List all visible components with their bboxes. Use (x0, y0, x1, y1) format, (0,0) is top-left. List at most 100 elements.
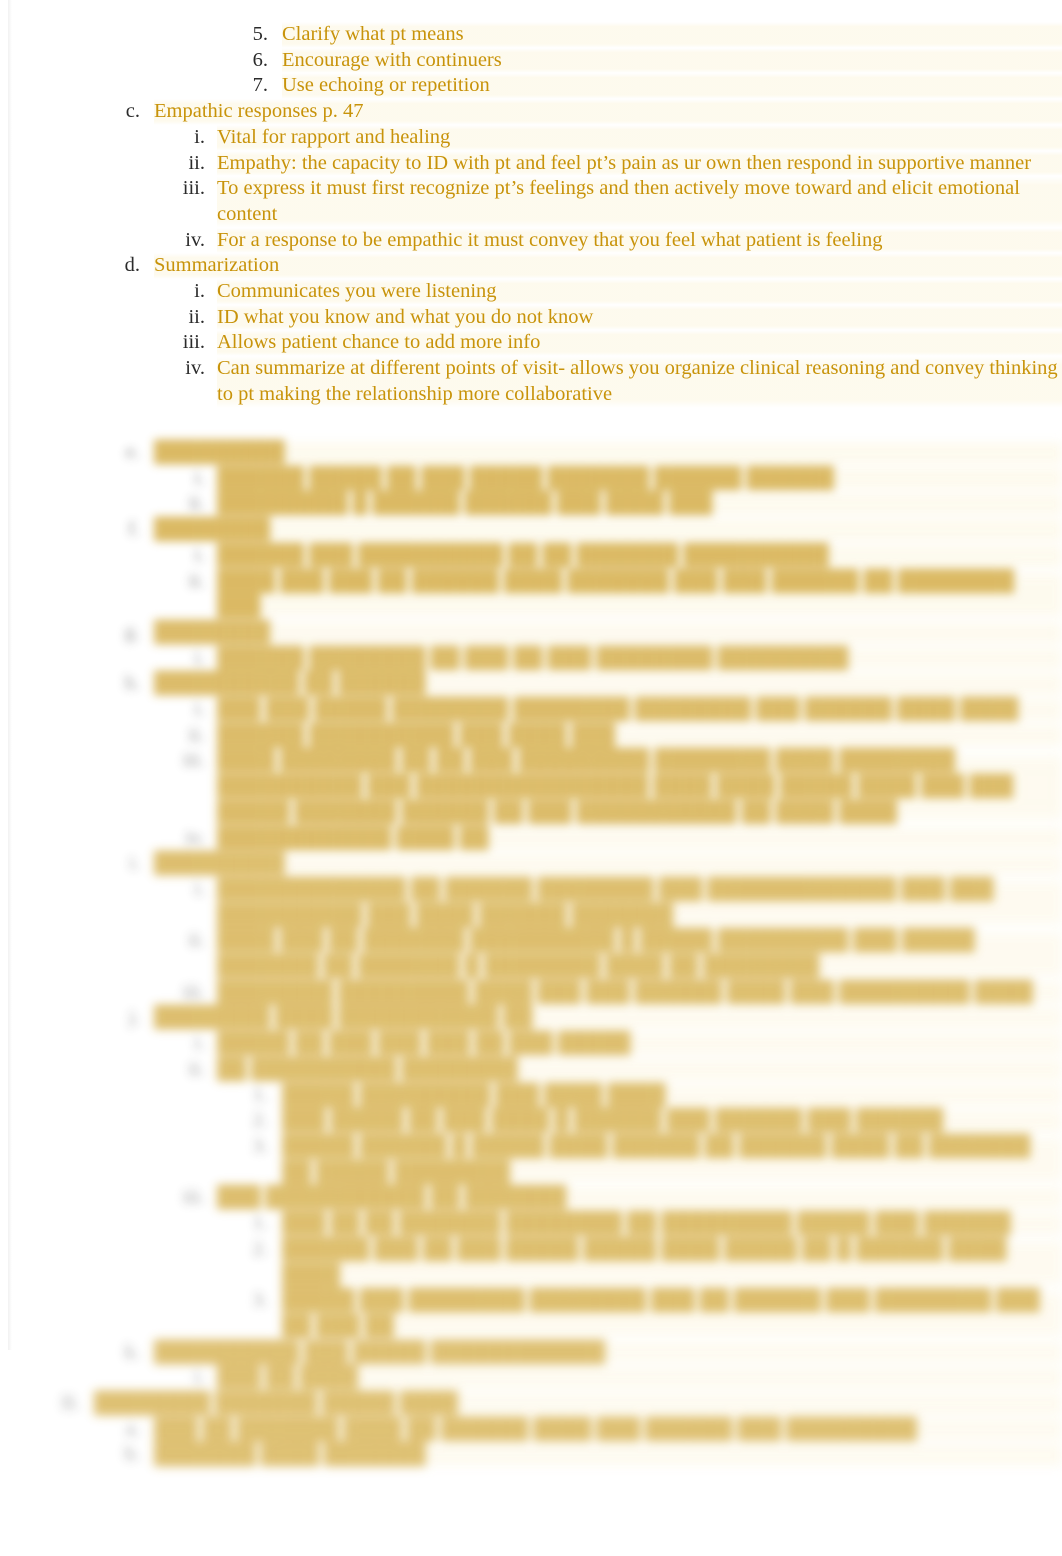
outline-text: ██████████ ██ ██████ (154, 671, 1062, 698)
outline-text: For a response to be empathic it must co… (217, 227, 1062, 254)
outline-text: █████████████ ██ ██████ ████████ ███ ███… (217, 876, 1062, 929)
outline-text: ██████ ███ ██████████ ██ ██ ███████ ████… (217, 542, 1062, 569)
list-marker: h. (124, 672, 140, 695)
list-marker: b. (124, 1443, 140, 1466)
blurred-subitem: 3. █████ ███ ████████ ████████ ███ ██ ██… (0, 1288, 1062, 1340)
blurred-item: iii. ████ ████████ ██ ██ ███ █████████ █… (0, 748, 1062, 826)
blurred-item: i. ███ ██ ████ (0, 1365, 1062, 1392)
list-marker: g. (124, 620, 140, 643)
outline-text: ███████ ████ ███████ (154, 1442, 1062, 1469)
list-marker: iii. (182, 980, 205, 1003)
outline-text: Empathic responses p. 47 (154, 99, 1062, 125)
list-marker: ii. (188, 723, 205, 746)
outline-heading-d: d. Summarization (0, 253, 1062, 280)
list-marker: iii. (182, 749, 205, 772)
list-marker: 2. (252, 1237, 268, 1260)
blurred-heading-f: f. ████████ (0, 517, 1062, 543)
list-marker: iv. (185, 228, 205, 251)
blurred-outline-section: e. █████████ i. ██████ █████ ██ ███ ████… (0, 440, 1062, 1469)
list-marker: II. (61, 1392, 80, 1415)
outline-text: ██████ █████ ██ ███ █████ ███████ ██████… (217, 465, 1062, 492)
blurred-item: i. ███ ███ █████ ████████ ████████ █████… (0, 697, 1062, 723)
list-marker: iv. (185, 826, 205, 849)
blurred-item: ii. ████ ███ ██ ███████ ██████████ █ ███… (0, 928, 1062, 980)
blurred-subitem: 2. ██████ ███ ██ ███ █████ █████ ████ ██… (0, 1236, 1062, 1289)
outline-heading-c: c. Empathic responses p. 47 (0, 99, 1062, 125)
blurred-item: iii. ████████ █████████ ████ ███ ███ ███… (0, 979, 1062, 1006)
document-page: 5. Clarify what pt means 6. Encourage wi… (0, 0, 1062, 1556)
outline-text: ████ ████████ ██ ██ ███ █████████ ██████… (217, 748, 1062, 826)
outline-text: ████████ █████████ ████ ███ ███ ██████ █… (217, 979, 1062, 1006)
blurred-top-level-heading: II. ████████ ███████ █████ ████ (0, 1391, 1062, 1417)
list-marker: 2. (252, 1109, 268, 1132)
list-marker: i. (194, 543, 205, 566)
list-marker: 6. (252, 48, 268, 71)
outline-text: ██████ ███ ██ ███ █████ █████ ████ █████… (282, 1236, 1062, 1289)
blurred-heading-h: h. ██████████ ██ ██████ (0, 671, 1062, 698)
blurred-heading-g: g. ████████ (0, 619, 1062, 646)
outline-text: ████████ (154, 619, 1062, 646)
outline-text: ██████ ████████ ██ ███ ██ ███ ████████ █… (217, 645, 1062, 672)
outline-item-5: 5. Clarify what pt means (0, 22, 1062, 48)
list-marker: i. (194, 280, 205, 303)
list-marker: ii. (188, 305, 205, 328)
outline-text: █████████ (154, 440, 1062, 466)
blurred-item: ii. ████ ███ ███ ██ ██████ ████ ███████ … (0, 568, 1062, 620)
blurred-item: i. ██████ █████ ██ ███ █████ ███████ ███… (0, 465, 1062, 492)
list-marker: ii. (188, 569, 205, 592)
blurred-item: iv. ████████████ ████ ██ (0, 825, 1062, 852)
list-marker: d. (124, 254, 140, 277)
list-marker: 3. (252, 1134, 268, 1157)
outline-text: ███ ██ ██ ███████ ████████ ██ █████████ … (282, 1211, 1062, 1237)
outline-text: Allows patient chance to add more info (217, 330, 1062, 357)
list-marker: iii. (182, 177, 205, 200)
outline-text: Vital for rapport and healing (217, 124, 1062, 151)
blurred-subitem: 1. ███ ██ ██ ███████ ████████ ██ ███████… (0, 1211, 1062, 1237)
blurred-heading-e: e. █████████ (0, 440, 1062, 466)
list-marker: 1. (252, 1083, 268, 1106)
list-marker: i. (194, 877, 205, 900)
outline-text: █████ ██ ███ ███ ███ ██ ███ █████ (217, 1031, 1062, 1057)
outline-text: Clarify what pt means (282, 22, 1062, 48)
blurred-item: ii. █████████ █ ██████ ██████ ███ ████ █… (0, 491, 1062, 518)
outline-item-d-ii: ii. ID what you know and what you do not… (0, 304, 1062, 331)
outline-text: Use echoing or repetition (282, 73, 1062, 100)
blurred-item: a. ███ ██ ███████ ████ ██ ██████ ████ ██… (0, 1416, 1062, 1443)
outline-text: Summarization (154, 253, 1062, 280)
blurred-heading-i: i. █████████ (0, 851, 1062, 877)
outline-item-d-iv: iv. Can summarize at different points of… (0, 356, 1062, 408)
blurred-item: i. ██████ ████████ ██ ███ ██ ███ ███████… (0, 645, 1062, 672)
outline-item-6: 6. Encourage with continuers (0, 47, 1062, 74)
list-marker: i. (194, 1032, 205, 1055)
blurred-item: ii. ██ ██████████ ████████ (0, 1056, 1062, 1083)
blurred-subitem: 1. █████ █████████ ███ ████ ████ (0, 1082, 1062, 1109)
blurred-item: i. █████ ██ ███ ███ ███ ██ ███ █████ (0, 1031, 1062, 1057)
outline-item-c-iv: iv. For a response to be empathic it mus… (0, 227, 1062, 254)
blurred-item: i. ██████ ███ ██████████ ██ ██ ███████ █… (0, 542, 1062, 569)
outline-text: ████████ ███████ █████ ████ (94, 1391, 1062, 1417)
outline-text: ████████ (154, 517, 1062, 543)
blurred-subitem: 3. █████ ██████ █ █████ ████ ██████ ██ █… (0, 1133, 1062, 1186)
list-marker: c. (125, 100, 140, 123)
outline-item-d-i: i. Communicates you were listening (0, 279, 1062, 305)
outline-text: Communicates you were listening (217, 279, 1062, 305)
outline-text: ████████████ ████ ██ (217, 825, 1062, 852)
list-marker: ii. (188, 492, 205, 515)
list-marker: a. (125, 1417, 140, 1440)
list-marker: iv. (185, 357, 205, 380)
list-marker: ii. (188, 1057, 205, 1080)
blurred-heading-j: j. ████████ ████ ███████████ ██ (0, 1005, 1062, 1032)
outline-item-c-iii: iii. To express it must first recognize … (0, 176, 1062, 228)
outline-text: To express it must first recognize pt’s … (217, 176, 1062, 228)
list-marker: iii. (182, 1186, 205, 1209)
outline-text: █████████ █ ██████ ██████ ███ ████ ███ (217, 491, 1062, 518)
list-marker: 3. (252, 1289, 268, 1312)
list-marker: e. (125, 441, 140, 463)
outline-text: ████ ███ ███ ██ ██████ ████ ███████ ███ … (217, 568, 1062, 620)
legible-outline-section: 5. Clarify what pt means 6. Encourage wi… (0, 22, 1062, 408)
blurred-heading-k: k. ██████████ ███ █████ ████████████ (0, 1339, 1062, 1366)
outline-text: ██████ ██████████ ███ ████ ███ (217, 722, 1062, 749)
outline-text: Can summarize at different points of vis… (217, 356, 1062, 408)
outline-text: ███ ███ █████ ████████ ████████ ████████… (217, 697, 1062, 723)
outline-item-c-i: i. Vital for rapport and healing (0, 124, 1062, 151)
